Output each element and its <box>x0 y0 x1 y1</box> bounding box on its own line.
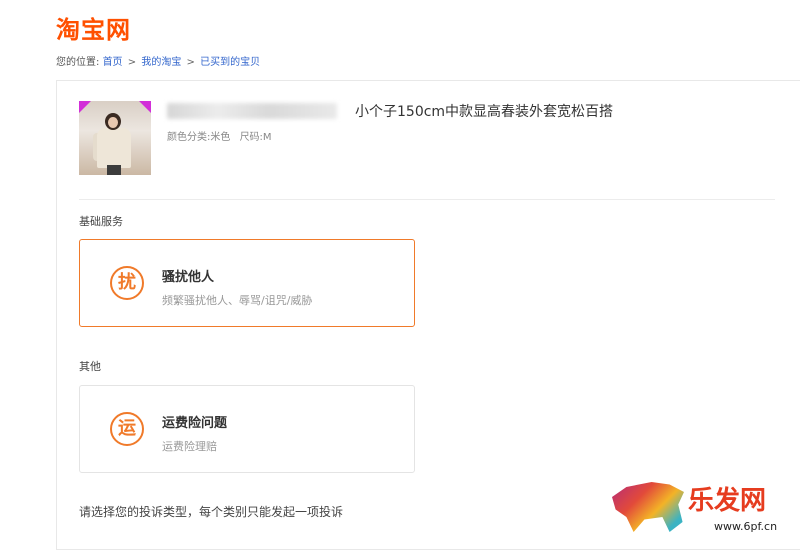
option-desc: 频繁骚扰他人、辱骂/诅咒/威胁 <box>162 294 313 307</box>
breadcrumb-separator: > <box>186 57 195 68</box>
instruction-note: 请选择您的投诉类型，每个类别只能发起一项投诉 <box>79 505 344 519</box>
bull-logo-icon <box>612 482 684 532</box>
taobao-logo[interactable]: 淘宝网 <box>56 10 131 45</box>
watermark: 乐发网 www.6pf.cn <box>608 478 798 542</box>
breadcrumb: 您的位置: 首页 > 我的淘宝 > 已买到的宝贝 <box>56 53 260 68</box>
option-name: 运费险问题 <box>162 416 228 431</box>
breadcrumb-separator: > <box>127 57 137 68</box>
section-label-basic: 基础服务 <box>79 215 123 228</box>
watermark-brand: 乐发网 <box>688 486 767 516</box>
complaint-option-harassment[interactable]: 扰 骚扰他人 频繁骚扰他人、辱骂/诅咒/威胁 <box>79 239 415 327</box>
complaint-option-shipping-insurance[interactable]: 运 运费险问题 运费险理赔 <box>79 385 415 473</box>
spec-color: 颜色分类:米色 <box>167 132 231 143</box>
breadcrumb-home-link[interactable]: 首页 <box>103 57 123 68</box>
breadcrumb-purchased-link[interactable]: 已买到的宝贝 <box>200 57 260 68</box>
shipping-icon: 运 <box>110 412 144 446</box>
product-spec: 颜色分类:米色 尺码:M <box>167 128 272 143</box>
spec-size: 尺码:M <box>239 132 272 143</box>
section-label-other: 其他 <box>79 360 101 373</box>
breadcrumb-prefix: 您的位置: <box>56 57 100 68</box>
redacted-title-part <box>167 103 337 119</box>
option-name: 骚扰他人 <box>162 270 215 285</box>
option-desc: 运费险理赔 <box>162 440 217 453</box>
product-thumbnail[interactable] <box>79 101 151 175</box>
harassment-icon: 扰 <box>110 266 144 300</box>
product-title[interactable]: 小个子150cm中款显高春装外套宽松百搭 <box>355 101 613 121</box>
breadcrumb-my-taobao-link[interactable]: 我的淘宝 <box>141 57 181 68</box>
divider <box>79 199 775 200</box>
watermark-site: www.6pf.cn <box>714 520 778 533</box>
